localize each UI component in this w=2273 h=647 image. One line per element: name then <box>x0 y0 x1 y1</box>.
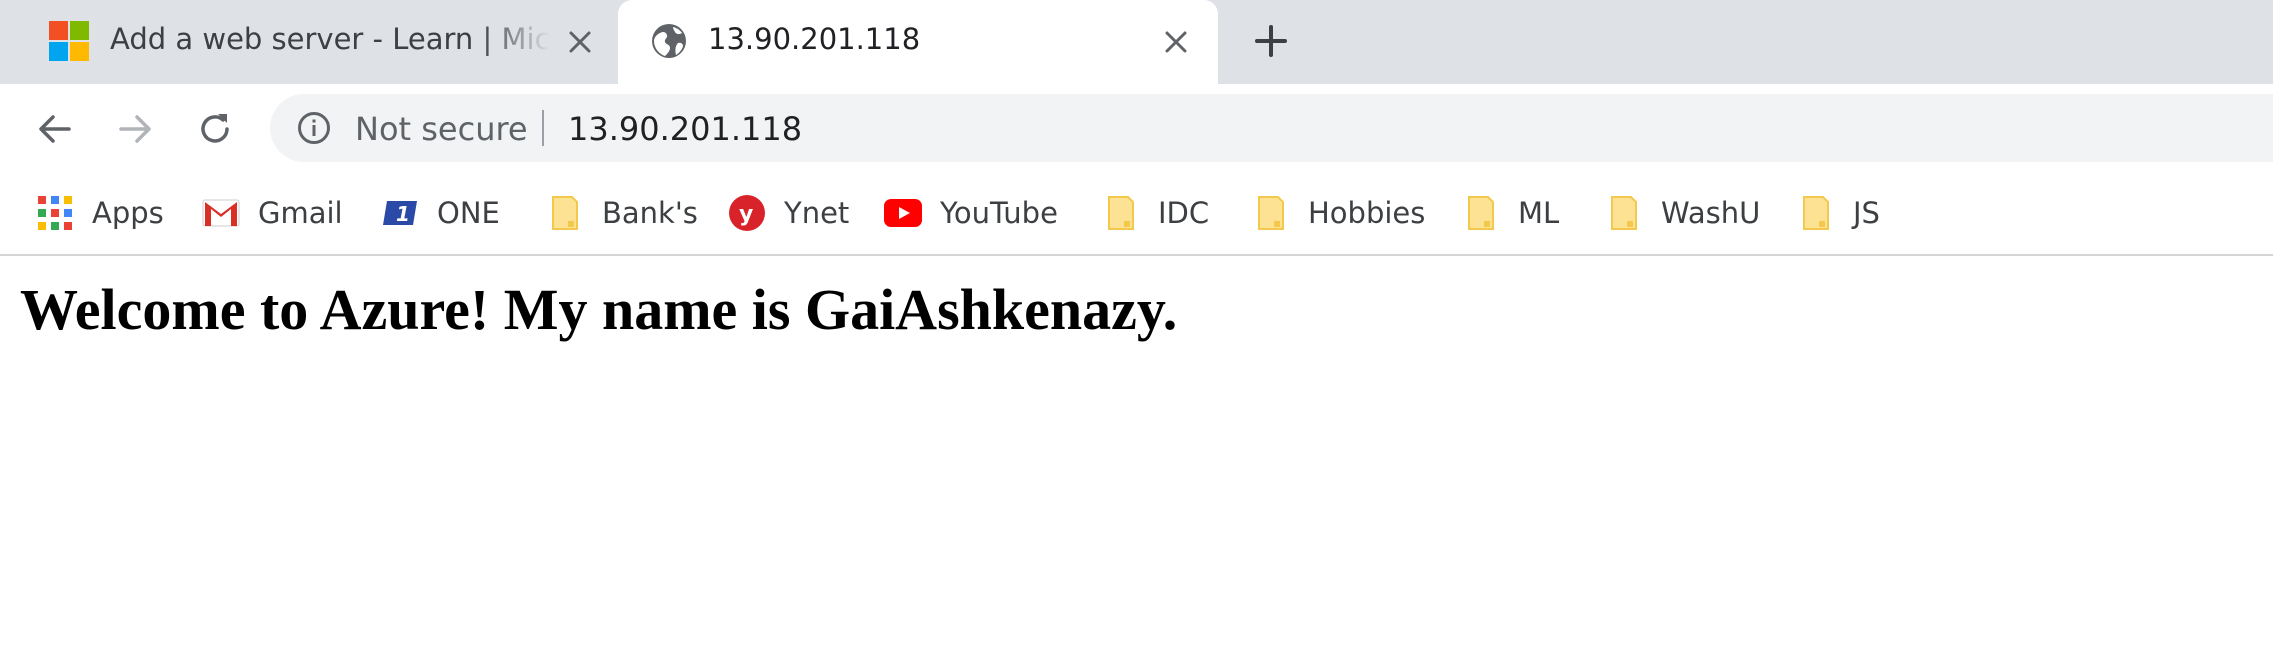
info-icon[interactable] <box>296 110 332 146</box>
svg-text:y: y <box>739 202 753 227</box>
bookmarks-bar: Apps Gmail 1 ONE Bank's y Ynet YouTube I… <box>0 172 2273 256</box>
reload-icon[interactable] <box>188 102 242 156</box>
new-tab-plus-icon[interactable] <box>1250 20 1292 62</box>
bookmark-label: YouTube <box>940 196 1058 230</box>
one-icon: 1 <box>381 194 419 232</box>
microsoft-logo-icon <box>48 20 90 62</box>
bookmark-label: JS <box>1853 196 1880 230</box>
address-divider <box>542 110 544 146</box>
bookmark-one[interactable]: 1 ONE <box>381 188 500 238</box>
globe-icon <box>648 20 690 62</box>
back-arrow-icon[interactable] <box>28 102 82 156</box>
bookmark-youtube[interactable]: YouTube <box>884 188 1058 238</box>
security-status-label[interactable]: Not secure <box>355 110 528 148</box>
page-heading: Welcome to Azure! My name is GaiAshkenaz… <box>20 277 1178 342</box>
bookmark-label: IDC <box>1158 196 1210 230</box>
folder-icon <box>546 194 584 232</box>
bookmark-folder-js[interactable]: JS <box>1797 188 1880 238</box>
youtube-icon <box>884 194 922 232</box>
bookmark-label: ONE <box>437 196 500 230</box>
tab-strip: Add a web server - Learn | Microsoft 13.… <box>0 0 2273 84</box>
folder-icon <box>1797 194 1835 232</box>
folder-icon <box>1605 194 1643 232</box>
ynet-icon: y <box>728 194 766 232</box>
bookmark-folder-hobbies[interactable]: Hobbies <box>1252 188 1425 238</box>
bookmark-label: ML <box>1518 196 1560 230</box>
folder-icon <box>1462 194 1500 232</box>
tab-learn-microsoft[interactable]: Add a web server - Learn | Microsoft <box>0 0 616 84</box>
forward-arrow-icon[interactable] <box>108 102 162 156</box>
bookmark-label: WashU <box>1661 196 1761 230</box>
apps-grid-icon <box>36 194 74 232</box>
bookmark-folder-washu[interactable]: WashU <box>1605 188 1760 238</box>
close-icon[interactable] <box>562 24 598 60</box>
address-bar[interactable]: Not secure 13.90.201.118 <box>270 94 2273 162</box>
svg-text:1: 1 <box>396 202 410 226</box>
close-icon[interactable] <box>1158 24 1194 60</box>
url-text[interactable]: 13.90.201.118 <box>568 110 802 148</box>
bookmark-label: Apps <box>92 196 164 230</box>
tab-active-ip[interactable]: 13.90.201.118 <box>618 0 1218 84</box>
folder-icon <box>1102 194 1140 232</box>
toolbar: Not secure 13.90.201.118 <box>0 84 2273 172</box>
bookmark-label: Gmail <box>258 196 343 230</box>
bookmark-folder-banks[interactable]: Bank's <box>546 188 698 238</box>
bookmark-ynet[interactable]: y Ynet <box>728 188 849 238</box>
folder-icon <box>1252 194 1290 232</box>
bookmark-apps[interactable]: Apps <box>36 188 164 238</box>
bookmark-gmail[interactable]: Gmail <box>202 188 343 238</box>
bookmark-folder-ml[interactable]: ML <box>1462 188 1559 238</box>
bookmark-label: Ynet <box>784 196 850 230</box>
bookmark-label: Bank's <box>602 196 698 230</box>
bookmark-folder-idc[interactable]: IDC <box>1102 188 1209 238</box>
tab-title: Add a web server - Learn | Microsoft <box>110 22 550 56</box>
tab-title: 13.90.201.118 <box>708 22 921 56</box>
page-content: Welcome to Azure! My name is GaiAshkenaz… <box>0 258 2273 647</box>
bookmark-label: Hobbies <box>1308 196 1426 230</box>
gmail-icon <box>202 194 240 232</box>
